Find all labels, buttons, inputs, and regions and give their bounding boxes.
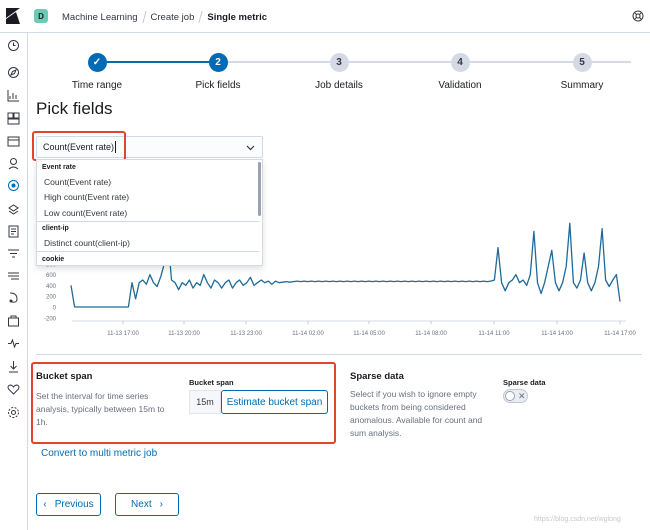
dev-tools-icon[interactable]	[7, 314, 20, 327]
space-avatar[interactable]: D	[34, 9, 48, 23]
y-tick-label: 0	[53, 306, 57, 312]
logs-icon[interactable]	[7, 225, 20, 238]
dashboard-grid-icon[interactable]	[7, 112, 20, 125]
y-tick-label: 400	[46, 284, 57, 290]
section-divider	[36, 354, 642, 355]
chevron-left-icon: ‹	[43, 499, 47, 510]
step-number: 3	[329, 53, 349, 72]
breadcrumb-separator	[198, 11, 203, 23]
y-tick-label: -200	[44, 316, 57, 322]
kibana-logo-icon[interactable]	[6, 8, 20, 24]
infrastructure-icon[interactable]	[7, 203, 20, 216]
page-title: Pick fields	[36, 99, 113, 118]
breadcrumb: Machine Learning Create job Single metri…	[62, 11, 267, 23]
job-wizard-stepper: ✓ Time range 2 Pick fields 3 Job details…	[28, 48, 650, 98]
step-pick-fields[interactable]: 2 Pick fields	[168, 53, 268, 91]
convert-to-multi-metric-link[interactable]: Convert to multi metric job	[41, 448, 157, 459]
uptime-icon[interactable]	[7, 269, 20, 282]
sparse-data-title: Sparse data	[350, 371, 404, 382]
x-tick-label: 11-14 14:00	[541, 331, 573, 337]
step-job-details[interactable]: 3 Job details	[289, 53, 389, 91]
option-group-cookie: cookie	[42, 256, 65, 263]
maps-icon[interactable]	[7, 157, 20, 170]
discover-compass-icon[interactable]	[7, 66, 20, 79]
bucket-span-description: Set the interval for time series analysi…	[36, 391, 165, 427]
sparse-data-toggle-label: Sparse data	[503, 378, 546, 387]
toggle-knob	[505, 391, 515, 401]
canvas-icon[interactable]	[7, 135, 20, 148]
breadcrumb-create-job[interactable]: Create job	[151, 12, 195, 23]
step-label: Summary	[560, 80, 604, 91]
option-group-event-rate: Event rate	[42, 164, 76, 171]
x-tick-label: 11-13 17:00	[107, 331, 139, 337]
highlight-annotation	[32, 131, 126, 161]
estimate-bucket-span-button[interactable]: Estimate bucket span	[221, 390, 328, 414]
step-validation[interactable]: 4 Validation	[410, 53, 510, 91]
top-header: D Machine Learning Create job Single met…	[0, 0, 650, 33]
y-tick-label: 600	[46, 273, 57, 279]
breadcrumb-single-metric: Single metric	[207, 11, 268, 23]
step-number: 5	[572, 53, 592, 72]
apm-icon[interactable]	[7, 247, 20, 260]
breadcrumb-separator	[141, 11, 147, 23]
watermark: https://blog.csdn.net/wglong	[534, 516, 621, 523]
step-summary[interactable]: 5 Summary	[532, 53, 632, 91]
step-label: Pick fields	[195, 80, 241, 91]
step-number: 2	[208, 53, 228, 72]
heartbeat-icon[interactable]	[7, 383, 20, 396]
option-high-count-event-rate[interactable]: High count(Event rate)	[44, 192, 129, 202]
management-gear-icon[interactable]	[7, 406, 20, 419]
bucket-span-field-label: Bucket span	[189, 378, 234, 387]
x-tick-label: 11-13 23:00	[230, 331, 262, 337]
step-label: Job details	[315, 80, 363, 91]
ingest-icon[interactable]	[7, 360, 20, 373]
field-dropdown-list: Event rate Count(Event rate) High count(…	[36, 159, 263, 266]
toggle-off-x-icon: ✕	[518, 391, 526, 401]
option-group-client-ip: client-ip	[42, 225, 69, 232]
x-tick-label: 11-14 05:00	[353, 331, 385, 337]
step-label: Time range	[71, 80, 123, 91]
option-distinct-count-client-ip[interactable]: Distinct count(client-ip)	[44, 238, 130, 248]
option-low-count-event-rate[interactable]: Low count(Event rate)	[44, 208, 127, 218]
x-tick-label: 11-13 20:00	[168, 331, 200, 337]
group-divider	[37, 251, 259, 252]
sparse-data-toggle[interactable]: ✕	[503, 389, 528, 403]
siem-icon[interactable]	[7, 291, 20, 304]
next-button-label: Next	[131, 499, 152, 510]
step-label: Validation	[438, 80, 482, 91]
chevron-down-icon[interactable]	[246, 143, 255, 152]
step-number: 4	[450, 53, 470, 72]
recent-clock-icon[interactable]	[7, 39, 20, 52]
previous-button-label: Previous	[54, 499, 94, 510]
bucket-span-input[interactable]: 15m	[189, 390, 221, 414]
visualize-chart-icon[interactable]	[7, 89, 20, 102]
stack-monitoring-icon[interactable]	[7, 337, 20, 350]
next-button[interactable]: Next ›	[115, 493, 179, 516]
option-count-event-rate[interactable]: Count(Event rate)	[44, 177, 111, 187]
previous-button[interactable]: ‹ Previous	[36, 493, 101, 516]
side-nav	[0, 33, 28, 530]
help-icon[interactable]	[632, 10, 644, 22]
x-tick-label: 11-14 11:00	[478, 331, 510, 337]
dropdown-scrollbar[interactable]	[258, 162, 261, 216]
x-tick-label: 11-14 08:00	[415, 331, 447, 337]
sparse-data-description: Select if you wish to ignore empty bucke…	[350, 389, 483, 438]
chevron-right-icon: ›	[159, 499, 163, 510]
step-complete-check-icon: ✓	[87, 53, 107, 72]
bucket-span-title: Bucket span	[36, 371, 93, 382]
y-tick-label: 200	[46, 295, 57, 301]
x-tick-label: 11-14 02:00	[292, 331, 324, 337]
breadcrumb-machine-learning[interactable]: Machine Learning	[62, 12, 138, 23]
group-divider	[37, 221, 259, 222]
step-time-range[interactable]: ✓ Time range	[47, 53, 147, 91]
x-tick-label: 11-14 17:00	[604, 331, 636, 337]
machine-learning-icon[interactable]	[7, 179, 20, 192]
